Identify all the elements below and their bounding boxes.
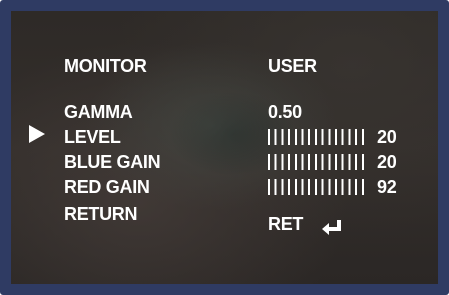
gamma-value: 0.50 bbox=[268, 102, 302, 122]
return-value[interactable]: RET bbox=[268, 214, 303, 234]
selection-cursor-icon bbox=[29, 125, 45, 143]
mode-value: USER bbox=[268, 56, 317, 76]
osd-frame: MONITOR USER GAMMA 0.50 LEVEL 20 BLUE GA… bbox=[0, 0, 449, 295]
menu-title: MONITOR bbox=[64, 56, 147, 76]
red-gain-value: 92 bbox=[377, 177, 397, 197]
level-slider-bar[interactable] bbox=[268, 129, 368, 145]
camera-feed-background bbox=[11, 11, 438, 284]
red-gain-slider-bar[interactable] bbox=[268, 179, 368, 195]
menu-item-blue-gain[interactable]: BLUE GAIN bbox=[64, 152, 161, 172]
blue-gain-value: 20 bbox=[377, 152, 397, 172]
blue-gain-slider-bar[interactable] bbox=[268, 154, 368, 170]
menu-item-level[interactable]: LEVEL bbox=[64, 127, 121, 147]
menu-item-return[interactable]: RETURN bbox=[64, 204, 138, 224]
enter-arrow-icon bbox=[322, 220, 341, 235]
menu-item-gamma[interactable]: GAMMA bbox=[64, 102, 133, 122]
menu-item-red-gain[interactable]: RED GAIN bbox=[64, 177, 150, 197]
level-value: 20 bbox=[377, 127, 397, 147]
